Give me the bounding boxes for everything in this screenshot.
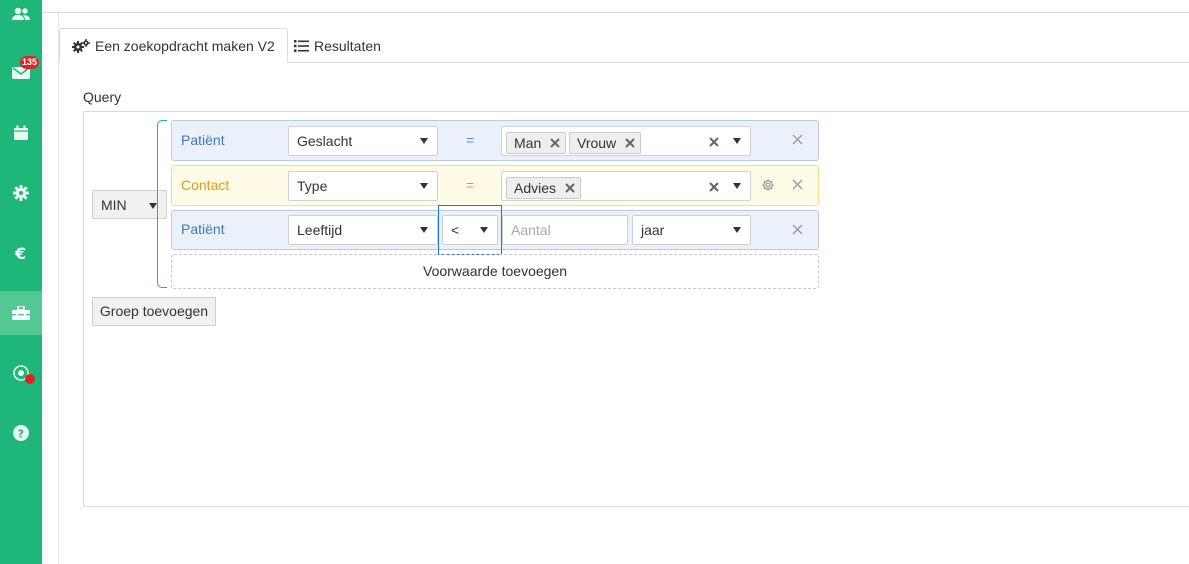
chevron-down-icon (420, 138, 428, 144)
condition-entity: Patiënt (181, 221, 225, 237)
settings-icon[interactable] (761, 178, 775, 192)
field-select[interactable]: Type (288, 171, 438, 201)
list-icon (294, 39, 309, 52)
sidebar: 135 € ? (0, 0, 42, 564)
remove-condition-icon[interactable] (792, 179, 803, 190)
gears-icon (72, 38, 90, 53)
values-multiselect[interactable]: Advies (501, 171, 751, 201)
remove-tag-icon[interactable] (549, 137, 561, 149)
group-operator-value: MIN (101, 196, 127, 213)
sidebar-item-finance[interactable]: € (0, 231, 42, 275)
condition-entity: Contact (181, 177, 230, 193)
field-select[interactable]: Geslacht (288, 126, 438, 156)
chevron-down-icon (420, 227, 428, 233)
sidebar-item-calendar[interactable] (0, 111, 42, 155)
unit-value: jaar (641, 222, 665, 238)
tag-label: Man (514, 135, 542, 151)
sidebar-item-toolbox[interactable] (0, 291, 42, 335)
help-icon: ? (13, 425, 29, 441)
amount-placeholder: Aantal (511, 222, 551, 238)
group-bracket (157, 120, 167, 288)
users-icon (12, 7, 30, 20)
sidebar-item-users[interactable] (0, 0, 42, 36)
chevron-down-icon (733, 227, 741, 233)
toolbox-icon (12, 306, 30, 320)
add-group-button[interactable]: Groep toevoegen (92, 297, 216, 326)
condition-entity: Patiënt (181, 132, 225, 148)
tab-label: Een zoekopdracht maken V2 (95, 37, 275, 54)
field-value: Leeftijd (297, 222, 343, 238)
clear-icon[interactable] (708, 136, 720, 148)
value-tag: Advies (506, 177, 582, 199)
tag-label: Advies (514, 180, 557, 196)
header-divider (42, 12, 1189, 13)
group-operator-select[interactable]: MIN (92, 190, 167, 219)
add-condition-button[interactable]: Voorwaarde toevoegen (171, 254, 819, 289)
field-select[interactable]: Leeftijd (288, 215, 438, 245)
unit-select[interactable]: jaar (632, 215, 751, 245)
remove-tag-icon[interactable] (624, 137, 636, 149)
chevron-down-icon (733, 138, 741, 144)
calendar-icon (14, 125, 28, 140)
condition-row: Patiënt Geslacht = Man Vrouw (171, 120, 819, 161)
amount-input[interactable]: Aantal (502, 215, 628, 245)
values-multiselect[interactable]: Man Vrouw (501, 126, 751, 156)
chevron-down-icon (420, 183, 428, 189)
remove-tag-icon[interactable] (564, 182, 576, 194)
sidebar-item-help[interactable]: ? (0, 411, 42, 455)
tag-label: Vrouw (577, 135, 617, 151)
gear-icon (13, 185, 29, 201)
field-value: Type (297, 178, 328, 194)
value-tag: Man (506, 132, 567, 154)
condition-row: Contact Type = Advies (171, 165, 819, 206)
euro-icon: € (14, 245, 26, 261)
query-label: Query (83, 89, 122, 105)
svg-text:€: € (14, 245, 26, 261)
mail-badge: 135 (20, 56, 40, 69)
notification-dot (25, 374, 35, 384)
value-tag: Vrouw (569, 132, 642, 154)
remove-condition-icon[interactable] (792, 224, 803, 235)
remove-condition-icon[interactable] (792, 134, 803, 145)
field-value: Geslacht (297, 133, 353, 149)
sidebar-item-location[interactable] (0, 351, 42, 395)
focus-highlight (438, 205, 502, 255)
content-divider (58, 12, 59, 564)
chevron-down-icon (733, 183, 741, 189)
svg-text:?: ? (18, 428, 24, 441)
sidebar-item-settings[interactable] (0, 171, 42, 215)
chevron-down-icon (149, 203, 157, 209)
operator-label: = (466, 132, 475, 148)
tab-create-search[interactable]: Een zoekopdracht maken V2 (59, 28, 288, 63)
tab-label: Resultaten (314, 37, 381, 54)
tab-results[interactable]: Resultaten (282, 28, 393, 63)
clear-icon[interactable] (708, 181, 720, 193)
operator-label: = (466, 177, 475, 193)
